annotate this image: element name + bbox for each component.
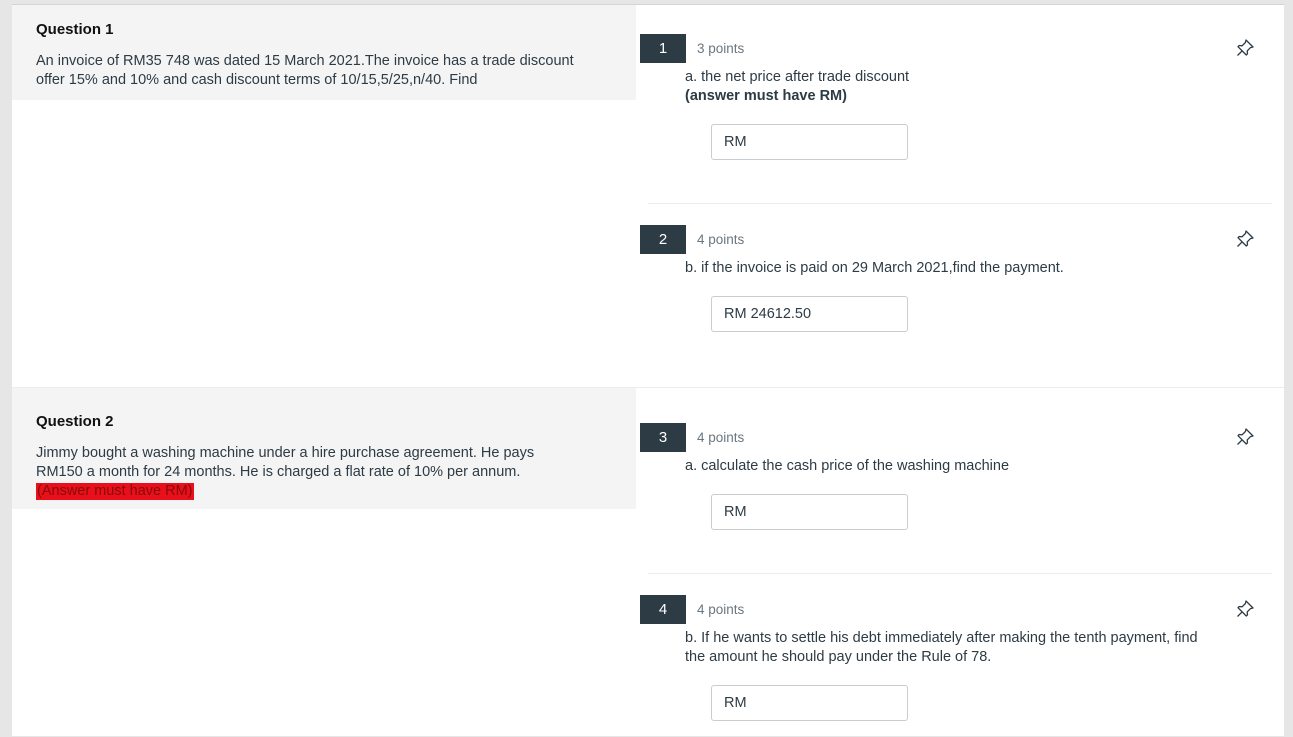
- answer-note-highlight: (Answer must have RM): [36, 483, 194, 500]
- question-text: b. if the invoice is paid on 29 March 20…: [685, 259, 1265, 278]
- question-text-line: b. If he wants to settle his debt immedi…: [685, 630, 1198, 646]
- quiz-page: Question 1 An invoice of RM35 748 was da…: [12, 4, 1284, 736]
- pin-icon[interactable]: [1234, 426, 1256, 448]
- question-group-2: Question 2 Jimmy bought a washing machin…: [12, 387, 1284, 737]
- question-divider: [648, 203, 1272, 204]
- pin-icon[interactable]: [1234, 37, 1256, 59]
- stimulus-panel: Question 2 Jimmy bought a washing machin…: [12, 388, 636, 509]
- question-text-line: a. the net price after trade discount: [685, 69, 910, 85]
- question-text-line: a. calculate the cash price of the washi…: [685, 458, 1010, 474]
- question-text: a. calculate the cash price of the washi…: [685, 457, 1265, 476]
- question-text-bold: (answer must have RM): [685, 88, 847, 104]
- stimulus-text: An invoice of RM35 748 was dated 15 Marc…: [36, 52, 626, 90]
- pin-icon[interactable]: [1234, 228, 1256, 250]
- stimulus-line: An invoice of RM35 748 was dated 15 Marc…: [36, 53, 574, 69]
- stimulus-line: Jimmy bought a washing machine under a h…: [36, 445, 535, 461]
- question-text: a. the net price after trade discount (a…: [685, 68, 1265, 106]
- question-points: 4 points: [697, 602, 745, 617]
- answer-input[interactable]: RM: [711, 124, 908, 160]
- answer-input[interactable]: RM: [711, 494, 908, 530]
- answer-input[interactable]: RM 24612.50: [711, 296, 908, 332]
- question-divider: [648, 573, 1272, 574]
- question-points: 3 points: [697, 41, 745, 56]
- stimulus-panel: Question 1 An invoice of RM35 748 was da…: [12, 5, 636, 100]
- question-points: 4 points: [697, 232, 745, 247]
- question-text-line: b. if the invoice is paid on 29 March 20…: [685, 260, 1064, 276]
- pin-icon[interactable]: [1234, 598, 1256, 620]
- stimulus-line: offer 15% and 10% and cash discount term…: [36, 72, 478, 88]
- question-number: 3: [640, 423, 686, 452]
- stimulus-title: Question 1: [36, 21, 114, 38]
- question-number: 2: [640, 225, 686, 254]
- question-number: 1: [640, 34, 686, 63]
- question-points: 4 points: [697, 430, 745, 445]
- stimulus-text: Jimmy bought a washing machine under a h…: [36, 444, 626, 501]
- stimulus-line: RM150 a month for 24 months. He is charg…: [36, 464, 521, 480]
- question-number: 4: [640, 595, 686, 624]
- question-group-1: Question 1 An invoice of RM35 748 was da…: [12, 5, 1284, 387]
- question-text-line: the amount he should pay under the Rule …: [685, 649, 992, 665]
- question-text: b. If he wants to settle his debt immedi…: [685, 629, 1265, 667]
- stimulus-title: Question 2: [36, 413, 114, 430]
- answer-input[interactable]: RM: [711, 685, 908, 721]
